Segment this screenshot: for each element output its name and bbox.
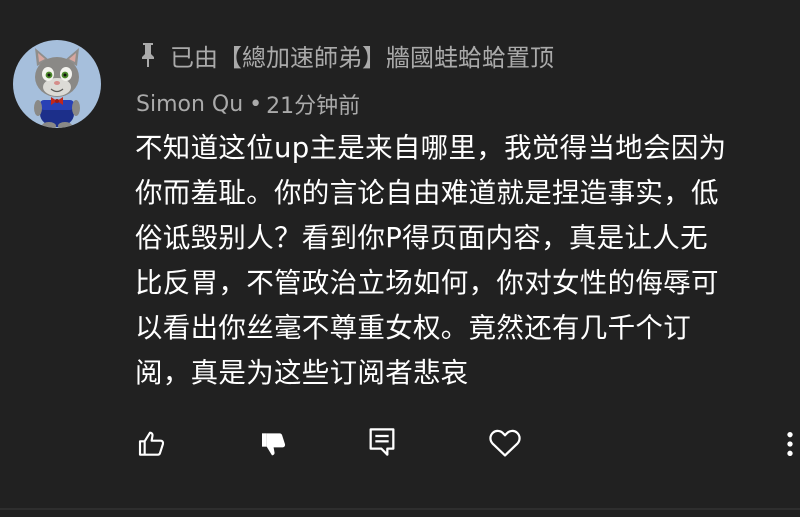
heart-icon (489, 429, 521, 457)
dislike-button[interactable] (254, 424, 294, 464)
more-options-button[interactable] (778, 424, 800, 464)
pinned-indicator: 已由【總加速師弟】牆國蛙蛤蛤置顶 (138, 38, 554, 72)
comment-meta: Simon Qu • 21分钟前 (136, 88, 360, 120)
heart-button[interactable] (485, 423, 525, 463)
like-button[interactable] (132, 424, 172, 464)
pinned-text: 已由【總加速師弟】牆國蛙蛤蛤置顶 (170, 43, 554, 72)
reply-button[interactable] (362, 422, 402, 462)
avatar[interactable] (13, 40, 101, 128)
tom-cat-avatar-image (34, 48, 80, 128)
thumb-up-icon (138, 431, 165, 456)
author-name[interactable]: Simon Qu (136, 92, 243, 117)
meta-separator: • (249, 91, 263, 117)
reply-icon (369, 428, 395, 456)
pin-icon (142, 43, 154, 67)
comment-timestamp[interactable]: 21分钟前 (266, 88, 360, 120)
comment-body: 不知道这位up主是来自哪里，我觉得当地会因为 你而羞耻。你的言论自由难道就是捏造… (135, 132, 727, 389)
comment-card: 已由【總加速師弟】牆國蛙蛤蛤置顶 Simon Qu • 21分钟前 不知道这位u… (0, 0, 800, 517)
thumb-down-icon (262, 433, 286, 456)
divider (0, 508, 800, 510)
more-vertical-icon (787, 432, 793, 456)
